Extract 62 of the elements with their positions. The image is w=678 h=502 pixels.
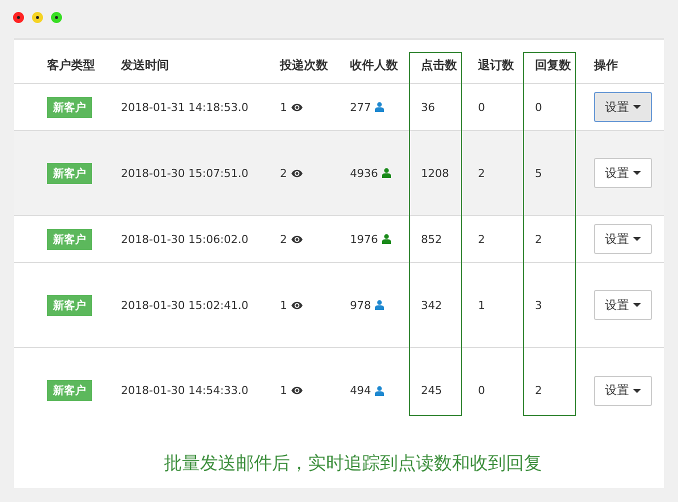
table-cell: 2018-01-30 15:02:41.0 — [121, 298, 248, 312]
table-cell: 0 — [535, 100, 542, 114]
eye-icon — [291, 168, 303, 178]
table-cell: 0 — [478, 100, 485, 114]
column-header: 操作 — [594, 57, 618, 74]
customer-type-tag: 新客户 — [47, 228, 92, 250]
window-control-button[interactable] — [32, 12, 43, 23]
table-cell: 2 — [478, 232, 485, 246]
table-cell: 277 — [350, 100, 371, 114]
column-header: 回复数 — [535, 57, 571, 74]
column-header: 发送时间 — [121, 57, 169, 74]
caret-icon — [633, 105, 641, 109]
table-cell: 2018-01-31 14:18:53.0 — [121, 100, 248, 114]
column-header: 投递次数 — [280, 57, 328, 74]
table-cell: 494 — [350, 384, 371, 397]
column-header: 退订数 — [478, 57, 514, 74]
settings-dropdown-button[interactable]: 设置 — [594, 158, 652, 188]
table-cell: 1 — [280, 100, 287, 114]
table-cell: 2 — [280, 232, 287, 246]
table-cell: 5 — [535, 166, 542, 180]
customer-type-tag: 新客户 — [47, 294, 92, 316]
window-control-button[interactable] — [51, 12, 62, 23]
table-cell: 2 — [535, 232, 542, 246]
table-cell: 2018-01-30 14:54:33.0 — [121, 384, 248, 397]
table-cell: 2018-01-30 15:07:51.0 — [121, 166, 248, 180]
table-cell: 3 — [535, 298, 542, 312]
settings-dropdown-button[interactable]: 设置 — [594, 92, 652, 122]
customer-type-tag: 新客户 — [47, 96, 92, 118]
caption-text: 批量发送邮件后，实时追踪到点读数和收到回复 — [164, 453, 542, 474]
eye-icon — [291, 234, 303, 244]
column-header: 收件人数 — [350, 57, 398, 74]
table-cell: 2 — [478, 166, 485, 180]
table-cell: 4936 — [350, 166, 378, 180]
customer-type-tag: 新客户 — [47, 162, 92, 184]
table-cell: 1208 — [421, 166, 449, 180]
customer-type-tag: 新客户 — [47, 380, 92, 401]
table-cell: 1 — [280, 384, 287, 397]
table-cell: 1 — [478, 298, 485, 312]
settings-dropdown-button[interactable]: 设置 — [594, 376, 652, 406]
table-cell: 852 — [421, 232, 442, 246]
settings-dropdown-button[interactable]: 设置 — [594, 290, 652, 320]
table-cell: 0 — [478, 384, 485, 397]
table-cell: 36 — [421, 100, 435, 114]
column-header: 点击数 — [421, 57, 457, 74]
table-cell: 1 — [280, 298, 287, 312]
table-cell: 2 — [280, 166, 287, 180]
table-cell: 1976 — [350, 232, 378, 246]
column-header: 客户类型 — [47, 57, 95, 74]
table-cell: 2 — [535, 384, 542, 397]
settings-dropdown-button[interactable]: 设置 — [594, 224, 652, 254]
table-cell: 245 — [421, 384, 442, 397]
caret-icon — [633, 171, 641, 175]
eye-icon — [291, 102, 303, 112]
table-cell: 342 — [421, 298, 442, 312]
eye-icon — [291, 300, 303, 310]
table-cell: 2018-01-30 15:06:02.0 — [121, 232, 248, 246]
caret-icon — [633, 388, 641, 392]
table-cell: 978 — [350, 298, 371, 312]
eye-icon — [291, 386, 303, 395]
window-control-button[interactable] — [13, 12, 24, 23]
caret-icon — [633, 303, 641, 307]
caret-icon — [633, 237, 641, 241]
